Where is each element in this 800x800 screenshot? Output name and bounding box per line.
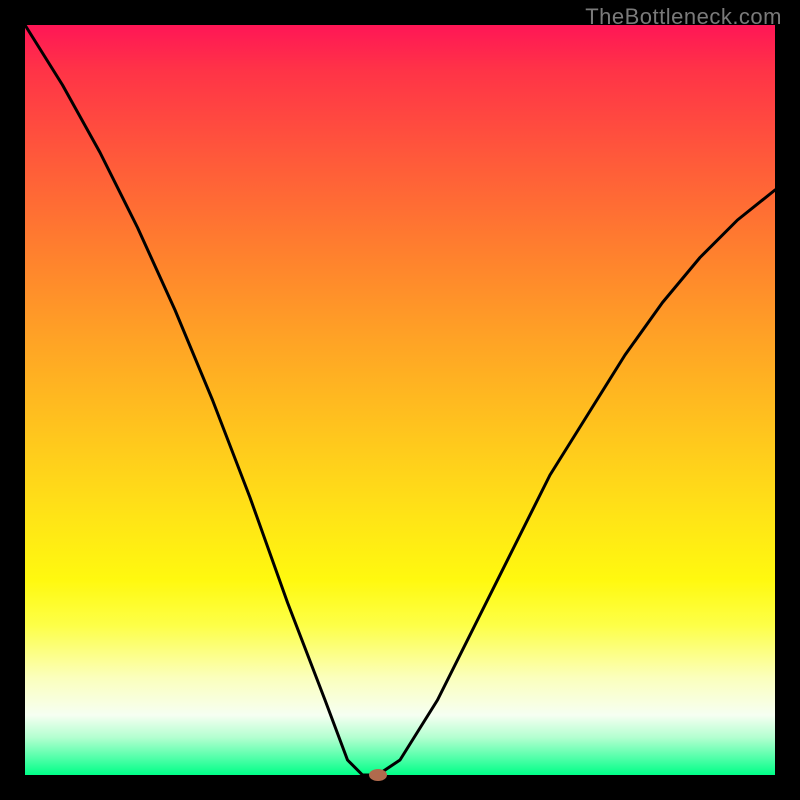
curve-path <box>25 25 775 775</box>
attribution-label: TheBottleneck.com <box>585 4 782 30</box>
chart-frame: TheBottleneck.com <box>0 0 800 800</box>
plot-area <box>25 25 775 775</box>
bottleneck-curve <box>25 25 775 775</box>
optimal-point-marker <box>369 769 387 781</box>
